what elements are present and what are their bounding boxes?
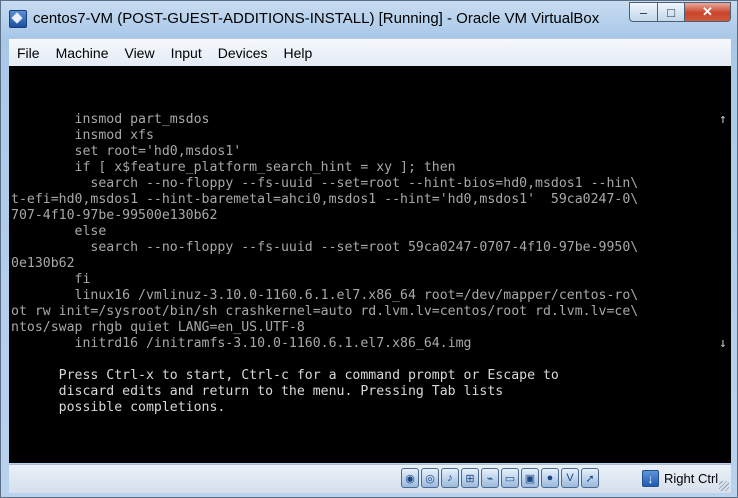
device-indicators: ◉ ◎ ♪ ⊞ ⌁ ▭ ▣ ● V ➚ (401, 468, 599, 488)
console-line: ntos/swap rhgb quiet LANG=en_US.UTF-8 (11, 320, 305, 335)
window-title: centos7-VM (POST-GUEST-ADDITIONS-INSTALL… (33, 10, 600, 27)
guest-display[interactable]: insmod part_msdos insmod xfs set root='h… (9, 66, 731, 463)
console-line: initrd16 /initramfs-3.10.0-1160.6.1.el7.… (11, 336, 472, 351)
help-line: discard edits and return to the menu. Pr… (11, 384, 504, 399)
menu-machine[interactable]: Machine (48, 45, 117, 61)
console-line: 707-4f10-97be-99500e130b62 (11, 208, 218, 223)
scroll-up-indicator: ↑ (719, 112, 727, 127)
scroll-down-indicator: ↓ (719, 336, 727, 351)
shared-folders-icon[interactable]: ▭ (501, 468, 519, 488)
video-capture-icon[interactable]: ● (541, 468, 559, 488)
console-line: linux16 /vmlinuz-3.10.0-1160.6.1.el7.x86… (11, 288, 639, 303)
menu-help[interactable]: Help (276, 45, 321, 61)
close-button[interactable]: ✕ (685, 2, 731, 22)
virtualization-icon[interactable]: V (561, 468, 579, 488)
maximize-button[interactable]: □ (658, 2, 685, 22)
console-line: insmod xfs (11, 128, 154, 143)
hard-disk-icon[interactable]: ◉ (401, 468, 419, 488)
status-bar: ◉ ◎ ♪ ⊞ ⌁ ▭ ▣ ● V ➚ ↓ Right Ctrl (9, 464, 731, 493)
menu-bar: File Machine View Input Devices Help (9, 38, 731, 66)
title-bar[interactable]: centos7-VM (POST-GUEST-ADDITIONS-INSTALL… (1, 1, 737, 37)
usb-icon[interactable]: ⌁ (481, 468, 499, 488)
help-line: Press Ctrl-x to start, Ctrl-c for a comm… (11, 368, 559, 383)
resize-grip[interactable] (719, 481, 729, 491)
console-line: if [ x$feature_platform_search_hint = xy… (11, 160, 456, 175)
virtualbox-app-icon[interactable] (9, 10, 27, 28)
menu-input[interactable]: Input (163, 45, 210, 61)
console-line: search --no-floppy --fs-uuid --set=root … (11, 176, 639, 191)
window-controls: ‒ □ ✕ (629, 2, 731, 22)
console-line: t-efi=hd0,msdos1 --hint-baremetal=ahci0,… (11, 192, 639, 207)
console-line: insmod part_msdos (11, 112, 210, 127)
display-icon[interactable]: ▣ (521, 468, 539, 488)
mouse-integration-icon[interactable]: ➚ (581, 468, 599, 488)
optical-drive-icon[interactable]: ◎ (421, 468, 439, 488)
console-line: else (11, 224, 107, 239)
menu-devices[interactable]: Devices (210, 45, 276, 61)
host-key-icon: ↓ (642, 470, 659, 487)
console-line: ot rw init=/sysroot/bin/sh crashkernel=a… (11, 304, 639, 319)
network-icon[interactable]: ⊞ (461, 468, 479, 488)
menu-view[interactable]: View (116, 45, 162, 61)
menu-file[interactable]: File (9, 45, 48, 61)
console-line: fi (11, 272, 91, 287)
audio-icon[interactable]: ♪ (441, 468, 459, 488)
console-line: set root='hd0,msdos1' (11, 144, 242, 159)
help-line: possible completions. (11, 400, 226, 415)
console-line: search --no-floppy --fs-uuid --set=root … (11, 240, 639, 255)
console-line: 0e130b62 (11, 256, 75, 271)
minimize-button[interactable]: ‒ (629, 2, 658, 22)
host-key-label: Right Ctrl (664, 471, 719, 486)
virtualbox-window: centos7-VM (POST-GUEST-ADDITIONS-INSTALL… (0, 0, 738, 498)
